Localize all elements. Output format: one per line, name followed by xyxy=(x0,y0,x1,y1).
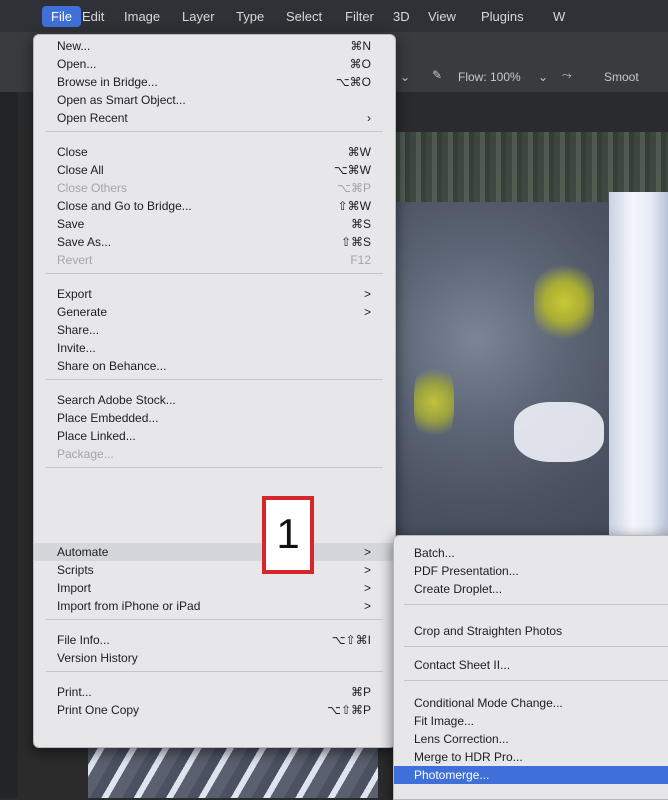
submenu-item-batch[interactable]: Batch... xyxy=(394,544,668,562)
flow-dropdown-icon[interactable]: ⌄ xyxy=(538,70,548,84)
menu-item-generate[interactable]: Generate > xyxy=(34,303,395,321)
file-menu: New... ⌘N Open... ⌘O Browse in Bridge... ⌥⌘… xyxy=(33,34,396,748)
photo-moss xyxy=(534,262,594,342)
submenu-arrow-icon: > xyxy=(363,599,371,613)
menu-divider xyxy=(46,467,383,468)
menu-item-browse-in-bridge[interactable]: Browse in Bridge... ⌥⌘O xyxy=(34,73,395,91)
menu-item-save[interactable]: Save ⌘S xyxy=(34,215,395,233)
menu-edit[interactable]: Edit xyxy=(82,9,104,24)
menu-item-place-embedded[interactable]: Place Embedded... xyxy=(34,409,395,427)
brush-mode-icon[interactable]: ⌄ xyxy=(400,70,410,84)
menu-item-place-linked[interactable]: Place Linked... xyxy=(34,427,395,445)
submenu-item-photomerge[interactable]: Photomerge... xyxy=(394,766,668,784)
menu-item-close-others: Close Others ⌥⌘P xyxy=(57,181,371,195)
menu-item-invite[interactable]: Invite... xyxy=(34,339,395,357)
menu-layer[interactable]: Layer xyxy=(182,9,215,24)
menu-item-revert: Revert F12 xyxy=(57,253,371,267)
submenu-item-conditional-mode-change[interactable]: Conditional Mode Change... xyxy=(394,694,668,712)
submenu-item-merge-to-hdr-pro[interactable]: Merge to HDR Pro... xyxy=(394,748,668,766)
submenu-arrow-icon: > xyxy=(363,563,371,577)
submenu-item-fit-image[interactable]: Fit Image... xyxy=(394,712,668,730)
menu-filter[interactable]: Filter xyxy=(345,9,374,24)
menu-item-close-and-go-to-bridge[interactable]: Close and Go to Bridge... ⇧⌘W xyxy=(34,197,395,215)
menu-item-version-history[interactable]: Version History xyxy=(34,649,395,667)
smoothing-label[interactable]: Smoot xyxy=(604,70,639,84)
menu-item-new[interactable]: New... ⌘N xyxy=(34,37,395,55)
submenu-arrow-icon: > xyxy=(363,287,371,301)
menu-window[interactable]: W xyxy=(553,9,565,24)
menu-item-export[interactable]: Export > xyxy=(34,285,395,303)
submenu-item-lens-correction[interactable]: Lens Correction... xyxy=(394,730,668,748)
menu-divider xyxy=(404,604,668,605)
menu-item-print-one-copy[interactable]: Print One Copy ⌥⇧⌘P xyxy=(34,701,395,719)
submenu-item-create-droplet[interactable]: Create Droplet... xyxy=(394,580,668,598)
submenu-item-contact-sheet[interactable]: Contact Sheet II... xyxy=(394,656,668,674)
photo-bottom-strip xyxy=(88,745,378,798)
menu-divider xyxy=(404,646,668,647)
step-number: 1 xyxy=(276,510,300,557)
tools-panel xyxy=(0,92,18,798)
menu-item-import-from-iphone[interactable]: Import from iPhone or iPad > xyxy=(34,597,395,615)
menu-item-share[interactable]: Share... xyxy=(34,321,395,339)
submenu-item-pdf-presentation[interactable]: PDF Presentation... xyxy=(394,562,668,580)
menu-file[interactable]: File xyxy=(42,6,81,27)
pressure-opacity-icon[interactable]: ✎ xyxy=(432,68,442,82)
menu-divider xyxy=(46,273,383,274)
menu-select[interactable]: Select xyxy=(286,9,322,24)
menu-item-import[interactable]: Import > xyxy=(34,579,395,597)
flow-label[interactable]: Flow: 100% xyxy=(458,70,521,84)
menu-plugins[interactable]: Plugins xyxy=(481,9,524,24)
photo-waterfall xyxy=(609,192,668,544)
menu-item-open-as-smart-object[interactable]: Open as Smart Object... xyxy=(34,91,395,109)
photo-moss xyxy=(414,362,454,442)
step-number-callout: 1 xyxy=(262,496,314,574)
airbrush-icon[interactable]: ⤳ xyxy=(562,68,572,83)
menu-item-close-all[interactable]: Close All ⌥⌘W xyxy=(34,161,395,179)
menu-item-package: Package... xyxy=(57,447,114,461)
submenu-arrow-icon: > xyxy=(363,581,371,595)
menu-divider xyxy=(46,619,383,620)
menu-divider xyxy=(46,379,383,380)
menu-divider xyxy=(46,671,383,672)
menu-item-search-adobe-stock[interactable]: Search Adobe Stock... xyxy=(34,391,395,409)
menu-item-close[interactable]: Close ⌘W xyxy=(34,143,395,161)
automate-submenu: Batch... PDF Presentation... Create Drop… xyxy=(393,535,668,800)
submenu-arrow-icon: › xyxy=(367,111,371,125)
menu-item-automate[interactable]: Automate > xyxy=(34,543,395,561)
menu-item-open[interactable]: Open... ⌘O xyxy=(34,55,395,73)
menu-item-print[interactable]: Print... ⌘P xyxy=(34,683,395,701)
submenu-arrow-icon: > xyxy=(363,545,371,559)
menu-image[interactable]: Image xyxy=(124,9,160,24)
menu-bar: File Edit Image Layer Type Select Filter… xyxy=(0,0,668,33)
menu-item-scripts[interactable]: Scripts > xyxy=(34,561,395,579)
submenu-arrow-icon: > xyxy=(363,305,371,319)
menu-divider xyxy=(404,680,668,681)
menu-item-share-on-behance[interactable]: Share on Behance... xyxy=(34,357,395,375)
menu-divider xyxy=(46,131,383,132)
menu-item-save-as[interactable]: Save As... ⇧⌘S xyxy=(34,233,395,251)
menu-item-open-recent[interactable]: Open Recent › xyxy=(34,109,395,127)
menu-item-file-info[interactable]: File Info... ⌥⇧⌘I xyxy=(34,631,395,649)
photo-snow xyxy=(514,402,604,462)
menu-3d[interactable]: 3D xyxy=(393,9,410,24)
menu-type[interactable]: Type xyxy=(236,9,264,24)
submenu-item-crop-and-straighten[interactable]: Crop and Straighten Photos xyxy=(394,622,668,640)
document-canvas[interactable] xyxy=(394,132,668,544)
menu-view[interactable]: View xyxy=(428,9,456,24)
